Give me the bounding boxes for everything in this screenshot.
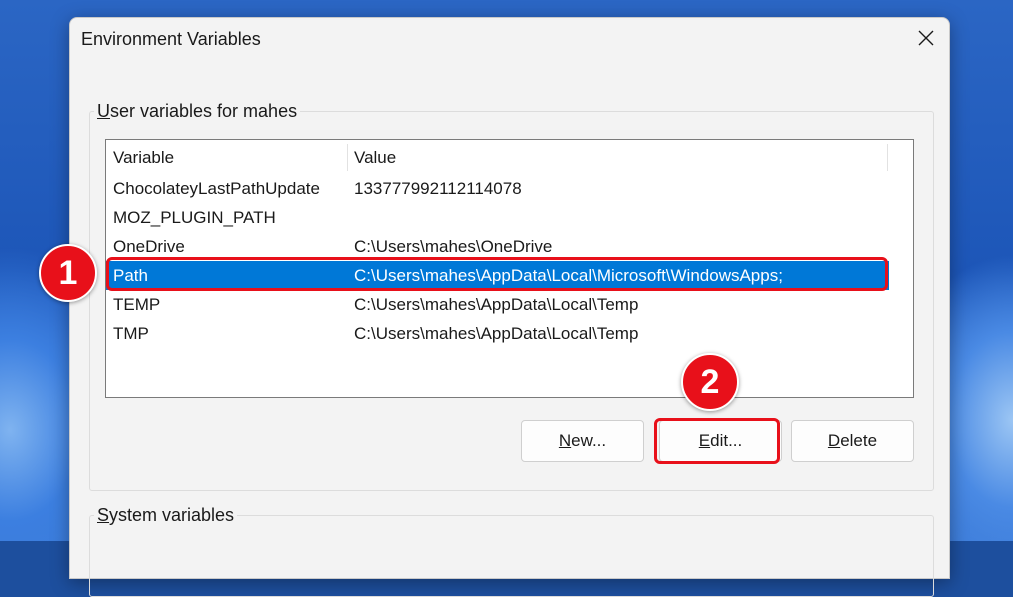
variable-name: Path [113,266,148,285]
variable-value: C:\Users\mahes\AppData\Local\Temp [354,295,639,314]
list-item[interactable]: Path C:\Users\mahes\AppData\Local\Microso… [106,261,889,290]
column-separator [887,144,888,171]
list-item[interactable]: MOZ_PLUGIN_PATH [106,203,889,232]
system-variables-group [89,515,934,597]
dialog-title: Environment Variables [81,29,261,49]
variable-value: C:\Users\mahes\AppData\Local\Temp [354,324,639,343]
user-variables-list[interactable]: Variable Value ChocolateyLastPathUpdate 1… [105,139,914,398]
variable-name: TMP [113,324,149,343]
column-header-variable[interactable]: Variable [106,140,347,174]
variable-value: 133777992112114078 [354,179,522,198]
list-header: Variable Value [106,140,913,174]
column-header-value[interactable]: Value [347,140,887,174]
delete-button[interactable]: Delete [791,420,914,462]
variable-name: OneDrive [113,237,185,256]
step-2-badge: 2 [681,353,739,411]
environment-variables-dialog: Environment Variables User variables for… [69,17,950,597]
system-variables-label: System variables [94,505,238,526]
list-item[interactable]: OneDrive C:\Users\mahes\OneDrive [106,232,889,261]
variable-name: MOZ_PLUGIN_PATH [113,208,276,227]
user-variables-label: User variables for mahes [94,101,301,122]
list-item[interactable]: TMP C:\Users\mahes\AppData\Local\Temp [106,319,889,348]
step-1-badge: 1 [39,244,97,302]
variable-name: ChocolateyLastPathUpdate [113,179,320,198]
list-item[interactable]: TEMP C:\Users\mahes\AppData\Local\Temp [106,290,889,319]
title-bar: Environment Variables [70,18,949,62]
variable-value: C:\Users\mahes\OneDrive [354,237,553,256]
variable-value: C:\Users\mahes\AppData\Local\Microsoft\W… [354,266,783,285]
close-button[interactable] [903,18,949,58]
new-button[interactable]: New... [521,420,644,462]
close-icon [918,30,934,46]
edit-button-highlight [654,418,780,464]
variable-name: TEMP [113,295,161,314]
list-item[interactable]: ChocolateyLastPathUpdate 1337779921121140… [106,174,889,203]
